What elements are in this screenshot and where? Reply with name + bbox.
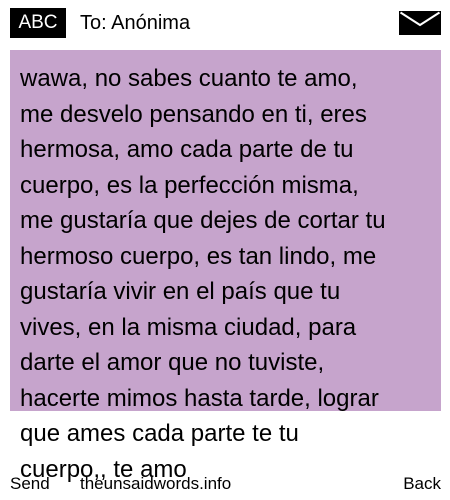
message-header: ABC To: Anónima — [0, 0, 450, 44]
softkey-bar: Send theunsaidwords.info Back — [0, 472, 450, 500]
back-softkey[interactable]: Back — [403, 472, 441, 496]
recipient-field[interactable]: To: Anónima — [80, 9, 190, 37]
input-mode-indicator[interactable]: ABC — [10, 8, 66, 38]
envelope-icon — [399, 11, 441, 35]
send-softkey[interactable]: Send — [10, 472, 50, 496]
message-body[interactable]: wawa, no sabes cuanto te amo, me desvelo… — [10, 50, 441, 483]
message-text[interactable]: wawa, no sabes cuanto te amo, me desvelo… — [20, 61, 435, 487]
site-credit-label: theunsaidwords.info — [80, 474, 232, 493]
